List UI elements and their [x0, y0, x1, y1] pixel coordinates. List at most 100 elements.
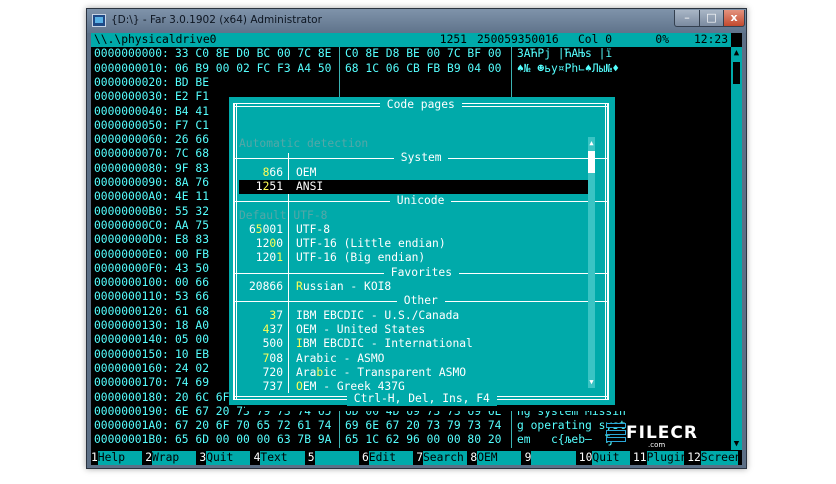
hex-address: 0000000040:: [94, 104, 169, 118]
code-page-name: IBM EBCDIC - U.S./Canada: [296, 308, 460, 322]
hex-row: 0000000020: BD BE: [91, 76, 731, 90]
fkey-6-button[interactable]: 6 Edit: [362, 450, 416, 465]
hex-address: 0000000170:: [94, 376, 169, 390]
hotkey-char: b: [316, 365, 324, 379]
hotkey-char: R: [296, 280, 303, 293]
fkey-number: 11: [633, 450, 647, 465]
minimize-button[interactable]: –: [674, 10, 700, 27]
hotkey-char: 2: [262, 179, 270, 193]
fkey-2-button[interactable]: 2 Wrap: [145, 450, 199, 465]
code-page-name: ANSI: [296, 179, 324, 193]
code-page-item[interactable]: 20866 Russian - KOI8: [239, 280, 595, 294]
hex-bytes-left: 33 C0 8E D0 BC 00 7C 8E: [175, 47, 332, 61]
hex-address: 0000000020:: [94, 75, 169, 89]
group-label: Other: [397, 294, 445, 309]
code-page-name: Arabic - Transparent ASMO: [296, 365, 467, 379]
fkey-number: 2: [145, 450, 152, 465]
code-page-number: 65001: [248, 222, 283, 236]
viewer-percent: 0%: [655, 33, 669, 46]
viewer-scrollbar[interactable]: ▲ ▼: [731, 47, 742, 451]
dialog-scrollbar-thumb[interactable]: [588, 151, 595, 173]
code-page-item[interactable]: 1201 UTF-16 (Big endian): [239, 251, 595, 265]
close-button[interactable]: x: [723, 10, 745, 27]
code-page-item[interactable]: 1200 UTF-16 (Little endian): [239, 237, 595, 251]
hotkey-char: O: [296, 380, 303, 394]
hex-bytes-right: 68 1C 06 CB FB B9 04 00: [345, 61, 502, 75]
hex-ascii: 3АЋРј |ЋАЊѕ |ї: [517, 47, 613, 61]
code-page-name: Automatic detection: [239, 137, 369, 150]
hotkey-char: 0: [269, 237, 277, 251]
code-page-item[interactable]: 737 OEM - Greek 437G: [239, 380, 595, 394]
fkey-label: [531, 450, 576, 465]
hex-bytes-left: 65 6D 00 00 00 63 7B 9A: [175, 433, 332, 447]
hex-address: 0000000010:: [94, 61, 169, 75]
viewer-path: \\.\physicaldrive0: [94, 33, 217, 46]
hex-address: 00000000D0:: [94, 233, 169, 247]
fkey-label: OEM: [477, 450, 522, 465]
dialog-scrollbar[interactable]: ▲ ▼: [588, 137, 595, 388]
hotkey-char: 3: [269, 308, 277, 322]
code-page-item[interactable]: 65001 UTF-8: [239, 223, 595, 237]
code-page-number: 866: [262, 165, 283, 179]
code-page-item-selected[interactable]: 1251 ANSI: [239, 179, 595, 195]
fkey-5-button[interactable]: 5: [307, 450, 362, 465]
code-page-number: 1201: [255, 251, 283, 265]
hex-address: 0000000100:: [94, 276, 169, 290]
scrollbar-thumb[interactable]: [733, 62, 740, 85]
group-label: Favorites: [384, 265, 459, 280]
code-page-item[interactable]: 708 Arabic - ASMO: [239, 352, 595, 366]
maximize-button[interactable]: □: [699, 10, 724, 27]
dialog-scroll-down-icon[interactable]: ▼: [588, 378, 595, 386]
hex-address: 0000000070:: [94, 147, 169, 161]
hex-bytes-left: 06 B9 00 02 FC F3 A4 50: [175, 61, 332, 75]
code-page-name: UTF-8: [296, 222, 331, 236]
scroll-down-arrow-icon[interactable]: ▼: [731, 438, 742, 450]
title-bar[interactable]: {D:\} - Far 3.0.1902 (x64) Administrator…: [87, 9, 746, 33]
hex-address: 0000000110:: [94, 290, 169, 304]
code-page-number: 20866: [248, 280, 283, 293]
code-page-number: 1200: [255, 237, 283, 251]
code-page-number: 37: [269, 308, 283, 322]
fkey-label: Quit: [206, 450, 251, 465]
fkey-10-button[interactable]: 10 Quit: [578, 450, 633, 465]
fkey-3-button[interactable]: 3 Quit: [199, 450, 253, 465]
code-page-name: Russian - KOI8: [296, 280, 392, 293]
fkey-4-button[interactable]: 4 Text: [253, 450, 308, 465]
group-label: Unicode: [390, 194, 452, 209]
fkey-number: 10: [578, 450, 593, 465]
code-page-item[interactable]: 866 OEM: [239, 166, 595, 180]
fkey-label: [314, 450, 359, 465]
fkey-label: Search: [422, 450, 468, 465]
code-page-name: Arabic - ASMO: [296, 351, 385, 365]
hotkey-char: 7: [262, 351, 270, 365]
viewer-status-line: \\.\physicaldrive0 1251 250059350016 Col…: [91, 33, 731, 48]
hex-address: 00000000B0:: [94, 204, 169, 218]
code-page-item[interactable]: 437 OEM - United States: [239, 323, 595, 337]
fkey-9-button[interactable]: 9: [524, 450, 579, 465]
code-page-item[interactable]: 500 IBM EBCDIC - International: [239, 337, 595, 351]
hex-address: 0000000180:: [94, 390, 169, 404]
hex-address: 0000000090:: [94, 176, 169, 189]
hex-address: 00000000F0:: [94, 261, 169, 275]
viewer-column: Col 0: [578, 33, 613, 46]
code-page-name: OEM: [296, 165, 317, 179]
filecr-watermark: FILECR .com: [606, 421, 716, 453]
viewer-file-size: 250059350016: [477, 33, 559, 46]
scroll-up-arrow-icon[interactable]: ▲: [731, 47, 742, 59]
hotkey-char: 5: [255, 222, 263, 236]
hotkey-char: I: [296, 337, 303, 351]
fkey-number: 7: [416, 450, 423, 465]
fkey-12-button[interactable]: 12 Screen: [687, 450, 742, 465]
code-page-item[interactable]: 720 Arabic - Transparent ASMO: [239, 366, 595, 380]
fkey-1-button[interactable]: 1 Help: [91, 450, 145, 465]
code-page-item[interactable]: 37 IBM EBCDIC - U.S./Canada: [239, 309, 595, 323]
fkey-11-button[interactable]: 11 Plugin: [633, 450, 687, 465]
fkey-7-button[interactable]: 7 Search: [416, 450, 470, 465]
fkey-number: 12: [687, 450, 701, 465]
hex-address: 0000000190:: [94, 404, 169, 418]
code-page-number: 720: [262, 365, 283, 379]
hex-bytes-right: C0 8E D8 BE 00 7C BF 00: [345, 47, 502, 61]
dialog-scroll-up-icon[interactable]: ▲: [588, 139, 595, 147]
hex-bytes-left: BD BE: [175, 75, 210, 89]
fkey-8-button[interactable]: 8 OEM: [470, 450, 524, 465]
